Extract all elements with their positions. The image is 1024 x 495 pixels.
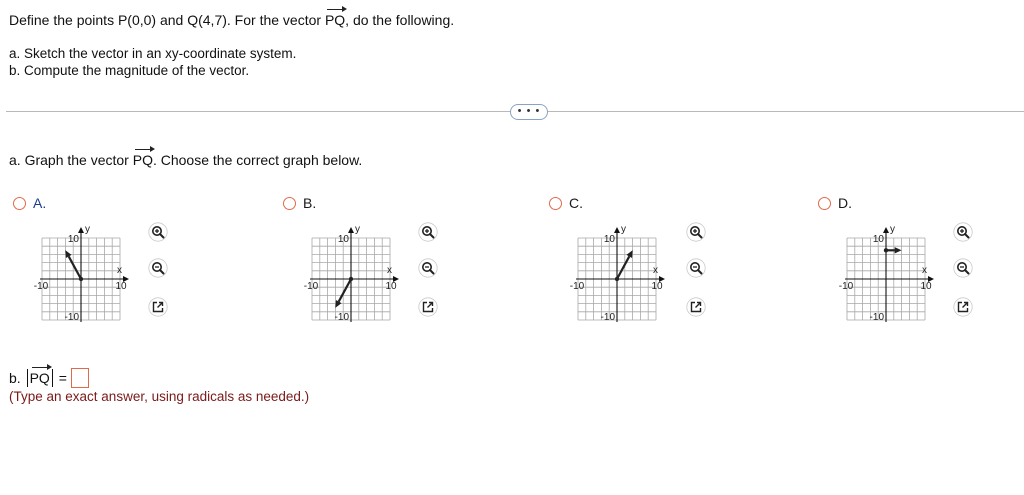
tick-label-ymin: -10 bbox=[870, 312, 885, 323]
popout-icon[interactable] bbox=[148, 297, 168, 317]
radio-a[interactable] bbox=[13, 196, 26, 210]
zoom-in-icon[interactable] bbox=[686, 222, 706, 242]
option-c-label: C. bbox=[569, 195, 583, 211]
popout-icon[interactable] bbox=[953, 297, 973, 317]
vector-tail-point bbox=[883, 248, 889, 253]
graph-b: y x 10 -10 -10 10 bbox=[302, 220, 402, 329]
tick-label-xmin: -10 bbox=[34, 281, 49, 292]
zoom-out-icon[interactable] bbox=[418, 258, 438, 278]
y-axis-label: y bbox=[890, 224, 895, 235]
part-a-text: a. Sketch the vector in an xy-coordinate… bbox=[9, 46, 297, 61]
y-axis-arrow bbox=[883, 227, 889, 233]
question-parts: a. Sketch the vector in an xy-coordinate… bbox=[9, 45, 296, 79]
option-d[interactable]: D. bbox=[818, 195, 852, 211]
vector-tail-point bbox=[614, 276, 620, 282]
vector-pq-label: PQ bbox=[29, 364, 53, 386]
abs-bar-right bbox=[51, 369, 53, 387]
coordinate-plane: y x 10 -10 -10 10 bbox=[570, 224, 665, 323]
x-axis-label: x bbox=[922, 265, 927, 276]
coordinate-plane: y x 10 -10 -10 10 bbox=[839, 224, 934, 323]
tick-label-ymax: 10 bbox=[338, 234, 350, 245]
zoom-out-icon-glyph bbox=[418, 258, 438, 278]
zoom-in-icon[interactable] bbox=[148, 222, 168, 242]
vector-line bbox=[616, 255, 631, 280]
y-axis-label: y bbox=[621, 224, 626, 235]
zoom-out-icon[interactable] bbox=[953, 258, 973, 278]
tick-label-ymax: 10 bbox=[604, 234, 616, 245]
equals-sign: = bbox=[58, 370, 67, 386]
tick-label-ymax: 10 bbox=[68, 234, 80, 245]
zoom-in-icon-glyph bbox=[418, 222, 438, 242]
y-axis-arrow bbox=[78, 227, 84, 233]
zoom-in-icon-glyph bbox=[148, 222, 168, 242]
tick-label-ymin: -10 bbox=[335, 312, 350, 323]
graph-c: y x 10 -10 -10 10 bbox=[568, 220, 668, 329]
answer-hint: (Type an exact answer, using radicals as… bbox=[9, 389, 310, 404]
part-a-prompt: a. Graph the vector PQ. Choose the corre… bbox=[9, 146, 363, 168]
option-c[interactable]: C. bbox=[549, 195, 583, 211]
popout-icon-glyph bbox=[686, 297, 706, 317]
zoom-out-icon-glyph bbox=[148, 258, 168, 278]
vector-tail-point bbox=[78, 276, 84, 282]
tick-label-xmax: 10 bbox=[920, 281, 932, 292]
radio-c[interactable] bbox=[549, 196, 562, 210]
part-b-text: b. Compute the magnitude of the vector. bbox=[9, 63, 250, 78]
y-axis-arrow bbox=[348, 227, 354, 233]
popout-icon[interactable] bbox=[418, 297, 438, 317]
more-button[interactable]: • • • bbox=[510, 104, 548, 120]
y-axis-label: y bbox=[355, 224, 360, 235]
vector-arrowhead bbox=[894, 247, 902, 254]
tick-label-xmax: 10 bbox=[651, 281, 663, 292]
vector-line bbox=[337, 278, 352, 303]
popout-icon-glyph bbox=[418, 297, 438, 317]
abs-bar-left bbox=[26, 369, 28, 387]
zoom-in-icon-glyph bbox=[953, 222, 973, 242]
zoom-in-icon[interactable] bbox=[953, 222, 973, 242]
graph-a: y x 10 -10 -10 10 bbox=[32, 220, 132, 329]
answer-prefix: b. bbox=[9, 370, 21, 386]
graph-d: y x 10 -10 -10 10 bbox=[837, 220, 937, 329]
tick-label-xmax: 10 bbox=[385, 281, 397, 292]
radio-d[interactable] bbox=[818, 196, 831, 210]
vector-line bbox=[67, 255, 82, 280]
option-b[interactable]: B. bbox=[283, 195, 316, 211]
zoom-in-icon[interactable] bbox=[418, 222, 438, 242]
vector-tail-point bbox=[348, 276, 354, 282]
tick-label-xmax: 10 bbox=[115, 281, 127, 292]
x-axis-label: x bbox=[653, 265, 658, 276]
x-axis-label: x bbox=[387, 265, 392, 276]
vector-pq-label: PQ bbox=[324, 6, 348, 28]
option-d-label: D. bbox=[838, 195, 852, 211]
popout-icon-glyph bbox=[953, 297, 973, 317]
coordinate-plane: y x 10 -10 -10 10 bbox=[34, 224, 129, 323]
zoom-out-icon-glyph bbox=[686, 258, 706, 278]
zoom-out-icon[interactable] bbox=[686, 258, 706, 278]
tick-label-ymin: -10 bbox=[601, 312, 616, 323]
zoom-out-icon[interactable] bbox=[148, 258, 168, 278]
tick-label-xmin: -10 bbox=[570, 281, 585, 292]
zoom-out-icon-glyph bbox=[953, 258, 973, 278]
x-axis-label: x bbox=[117, 265, 122, 276]
y-axis-arrow bbox=[614, 227, 620, 233]
y-axis-label: y bbox=[85, 224, 90, 235]
popout-icon-glyph bbox=[148, 297, 168, 317]
tick-label-ymin: -10 bbox=[65, 312, 80, 323]
tick-label-ymax: 10 bbox=[873, 234, 885, 245]
option-b-label: B. bbox=[303, 195, 317, 211]
coordinate-plane: y x 10 -10 -10 10 bbox=[304, 224, 399, 323]
radio-b[interactable] bbox=[283, 196, 296, 210]
popout-icon[interactable] bbox=[686, 297, 706, 317]
zoom-in-icon-glyph bbox=[686, 222, 706, 242]
option-a[interactable]: A. bbox=[13, 195, 46, 211]
answer-input[interactable] bbox=[70, 368, 89, 388]
vector-pq-label: PQ bbox=[132, 146, 156, 168]
tick-label-xmin: -10 bbox=[304, 281, 319, 292]
question-text: Define the points P(0,0) and Q(4,7). For… bbox=[9, 6, 455, 28]
option-a-label: A. bbox=[33, 195, 47, 211]
answer-row: b. PQ = bbox=[9, 364, 89, 388]
tick-label-xmin: -10 bbox=[839, 281, 854, 292]
